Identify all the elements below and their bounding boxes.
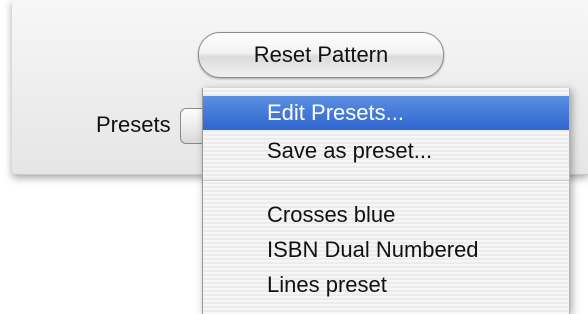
presets-dropdown-menu: Edit Presets... Save as preset... Crosse… [202,88,570,314]
presets-label: Presets [96,112,171,137]
menu-item-lines-preset[interactable]: Lines preset [203,268,569,302]
menu-item-save-as-preset[interactable]: Save as preset... [203,134,569,168]
menu-item-crosses-blue[interactable]: Crosses blue [203,198,569,232]
menu-item-isbn-dual-numbered[interactable]: ISBN Dual Numbered [203,233,569,267]
reset-pattern-button[interactable]: Reset Pattern [198,32,444,78]
menu-separator [203,180,569,182]
menu-item-edit-presets[interactable]: Edit Presets... [203,96,569,130]
